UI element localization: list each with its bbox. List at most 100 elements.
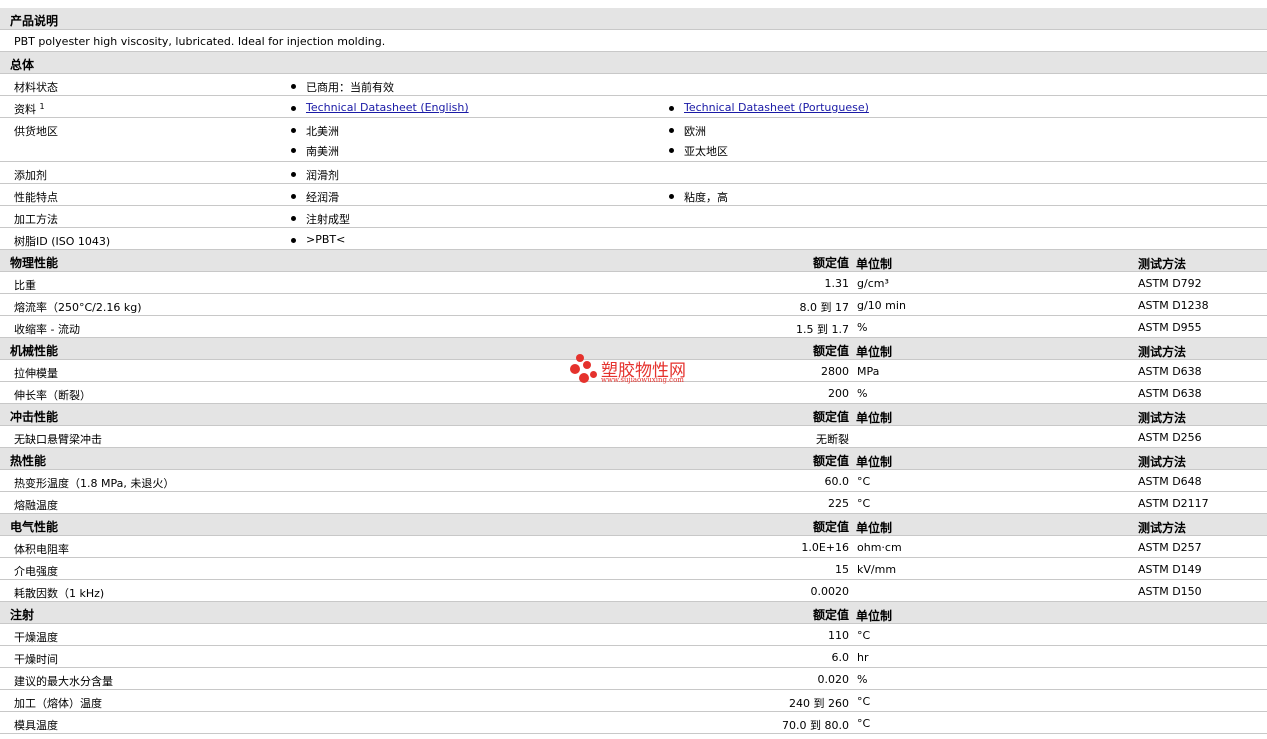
property-unit: °C — [857, 717, 871, 730]
property-row: 收缩率 - 流动 1.5 到 1.7% ASTM D955 — [0, 316, 1267, 338]
property-unit: g/10 min — [857, 299, 906, 312]
bullet-icon — [669, 148, 674, 153]
section-title: 总体 — [10, 58, 35, 72]
property-value: 200 — [828, 387, 849, 400]
bullet-value: 注射成型 — [306, 213, 350, 226]
general-row-additive: 添加剂 润滑剂 — [0, 162, 1267, 184]
section-title: 电气性能 — [10, 520, 59, 534]
datasheet: 产品说明 PBT polyester high viscosity, lubri… — [0, 0, 1267, 739]
bullet-icon — [291, 238, 296, 243]
property-row: 体积电阻率 1.0E+16 ohm·cm ASTM D257 — [0, 536, 1267, 558]
bullet-value: 欧洲 — [684, 125, 706, 138]
property-row: 介电强度 15 kV/mm ASTM D149 — [0, 558, 1267, 580]
property-value: 无断裂 — [816, 433, 849, 446]
bullet-value: 已商用：当前有效 — [306, 81, 394, 94]
bullet-icon — [291, 172, 296, 177]
property-label: 热变形温度（1.8 MPa, 未退火） — [14, 477, 175, 490]
test-method: ASTM D955 — [1138, 321, 1202, 334]
property-label: 耗散因数（1 kHz) — [14, 587, 105, 600]
property-unit: hr — [857, 651, 869, 664]
bullet-icon — [669, 106, 674, 111]
section-header: 热性能 额定值 单位制 测试方法 — [0, 448, 1267, 470]
property-row: 比重 1.31 g/cm³ ASTM D792 — [0, 272, 1267, 294]
column-header-unit: 单位制 — [856, 609, 893, 623]
property-label: 熔融温度 — [14, 499, 58, 512]
column-header-unit: 单位制 — [856, 257, 893, 271]
column-header-nominal: 额定值 — [812, 410, 849, 424]
bullet-icon — [291, 106, 296, 111]
property-unit: g/cm³ — [857, 277, 889, 290]
property-label: 加工（熔体）温度 — [14, 697, 102, 710]
section-title: 产品说明 — [10, 14, 59, 28]
general-row-datasheets: 资料 1 Technical Datasheet (English) Techn… — [0, 96, 1267, 118]
property-value: 225 — [828, 497, 849, 510]
general-row-regions: 供货地区 北美洲 欧洲 南美洲 亚太地区 — [0, 118, 1267, 162]
bullet-icon — [669, 128, 674, 133]
column-header-unit: 单位制 — [856, 521, 893, 535]
property-unit: °C — [857, 475, 871, 488]
property-unit: MPa — [857, 365, 880, 378]
section-title: 热性能 — [10, 454, 47, 468]
property-label: 树脂ID (ISO 1043) — [14, 235, 111, 248]
property-row: 熔融温度 225 °C ASTM D2117 — [0, 492, 1267, 514]
watermark-dot — [583, 361, 591, 369]
column-header-test: 测试方法 — [1138, 455, 1187, 469]
property-unit: °C — [857, 629, 871, 642]
section-header: 注射 额定值 单位制 — [0, 602, 1267, 624]
property-label: 干燥时间 — [14, 653, 58, 666]
test-method: ASTM D2117 — [1138, 497, 1209, 510]
bullet-icon — [669, 194, 674, 199]
property-label: 无缺口悬臂梁冲击 — [14, 433, 102, 446]
section-header: 冲击性能 额定值 单位制 测试方法 — [0, 404, 1267, 426]
property-value: 0.0020 — [810, 585, 850, 598]
column-header-nominal: 额定值 — [812, 520, 849, 534]
property-value: 2800 — [821, 365, 849, 378]
section-title: 冲击性能 — [10, 410, 59, 424]
test-method: ASTM D792 — [1138, 277, 1202, 290]
column-header-test: 测试方法 — [1138, 257, 1187, 271]
section-header-description: 产品说明 — [0, 8, 1267, 30]
general-row-processing: 加工方法 注射成型 — [0, 206, 1267, 228]
property-row: 耗散因数（1 kHz) 0.0020 ASTM D150 — [0, 580, 1267, 602]
bullet-value: >PBT< — [306, 233, 346, 246]
column-header-unit: 单位制 — [856, 455, 893, 469]
property-unit: % — [857, 321, 868, 334]
column-header-nominal: 额定值 — [812, 454, 849, 468]
bullet-value: 亚太地区 — [684, 145, 728, 158]
footnote-marker: 1 — [39, 102, 45, 111]
bullet-value: 粘度，高 — [684, 191, 728, 204]
property-label: 添加剂 — [14, 169, 47, 182]
property-unit: kV/mm — [857, 563, 897, 576]
datasheet-link-portuguese[interactable]: Technical Datasheet (Portuguese) — [684, 101, 869, 114]
property-label: 比重 — [14, 279, 36, 292]
property-label: 建议的最大水分含量 — [14, 675, 113, 688]
watermark-url: www.sujiaowuxing.com — [601, 376, 684, 384]
watermark-dot — [576, 354, 584, 362]
property-value: 1.5 到 1.7 — [796, 323, 849, 336]
bullet-value: 南美洲 — [306, 145, 339, 158]
property-unit: % — [857, 673, 868, 686]
property-value: 60.0 — [824, 475, 850, 488]
property-value: 8.0 到 17 — [799, 301, 849, 314]
property-unit: % — [857, 387, 868, 400]
section-title: 机械性能 — [10, 344, 59, 358]
column-header-nominal: 额定值 — [812, 344, 849, 358]
property-label: 熔流率（250°C/2.16 kg) — [14, 301, 142, 314]
property-label: 加工方法 — [14, 213, 58, 226]
bullet-icon — [291, 216, 296, 221]
test-method: ASTM D1238 — [1138, 299, 1209, 312]
property-value: 70.0 到 80.0 — [782, 719, 849, 732]
description-row: PBT polyester high viscosity, lubricated… — [0, 30, 1267, 52]
property-row: 加工（熔体）温度 240 到 260 °C — [0, 690, 1267, 712]
property-label: 干燥温度 — [14, 631, 58, 644]
general-row-features: 性能特点 经润滑 粘度，高 — [0, 184, 1267, 206]
property-value: 15 — [835, 563, 849, 576]
column-header-test: 测试方法 — [1138, 521, 1187, 535]
property-unit: °C — [857, 695, 871, 708]
datasheet-link-english[interactable]: Technical Datasheet (English) — [306, 101, 469, 114]
property-label: 性能特点 — [14, 191, 58, 204]
bullet-icon — [291, 84, 296, 89]
property-label-text: 资料 — [14, 103, 36, 116]
column-header-nominal: 额定值 — [812, 256, 849, 270]
section-title: 物理性能 — [10, 256, 59, 270]
